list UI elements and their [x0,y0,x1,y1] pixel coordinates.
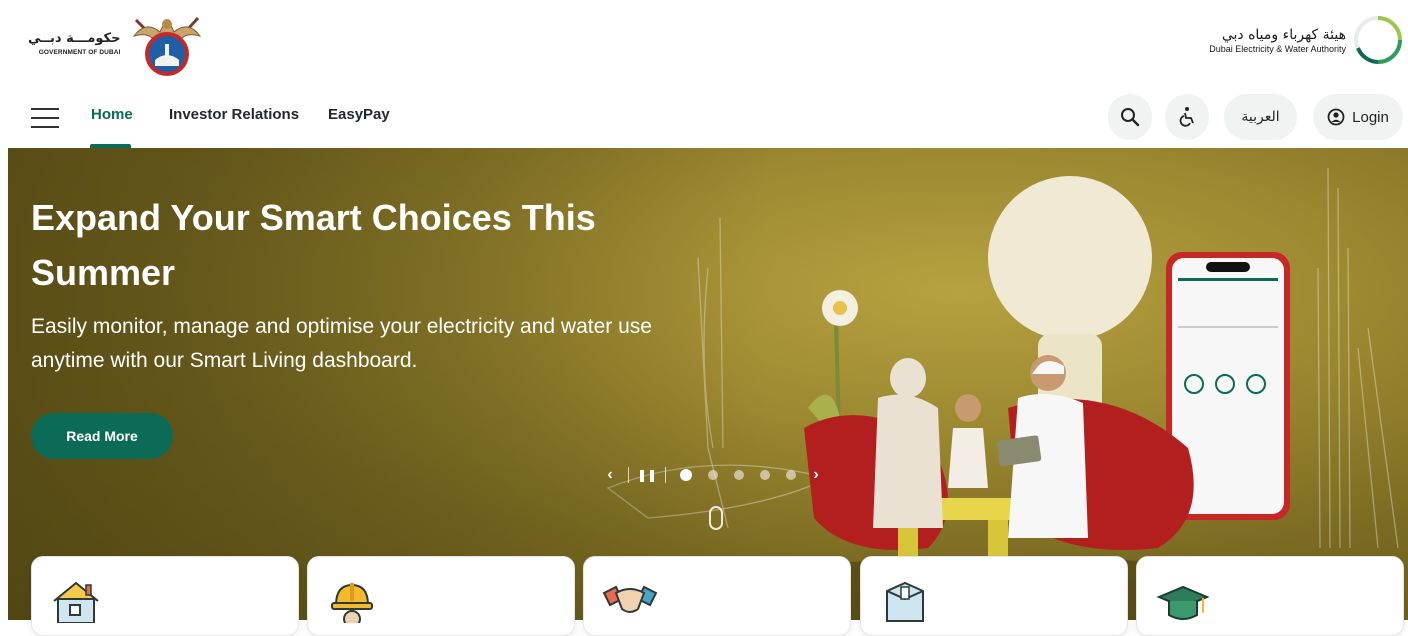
service-card-education[interactable] [1136,556,1404,636]
nav-link-easypay[interactable]: EasyPay [328,106,390,123]
next-slide-icon[interactable]: › [804,466,828,484]
hamburger-menu-icon[interactable] [31,108,59,128]
government-of-dubai-logo[interactable]: حكومـــة دبــي GOVERNMENT OF DUBAI [28,10,208,78]
service-card-package[interactable] [860,556,1128,636]
language-label: العربية [1241,109,1280,125]
service-card-house[interactable] [31,556,299,636]
read-more-button[interactable]: Read More [31,413,173,459]
slide-dot-1[interactable] [680,469,692,481]
slide-dot-3[interactable] [734,470,744,480]
service-card-worker[interactable] [307,556,575,636]
language-toggle-button[interactable]: العربية [1224,94,1297,140]
slide-dot-5[interactable] [786,470,796,480]
pause-icon[interactable]: ❚❚ [635,468,659,482]
login-button[interactable]: Login [1313,94,1403,140]
graduation-cap-icon [1156,585,1210,620]
user-circle-icon [1327,108,1345,126]
worker-helmet-icon [331,583,373,623]
service-card-handshake[interactable] [583,556,851,636]
gov-logo-arabic: حكومـــة دبــي [28,31,121,46]
slide-dot-4[interactable] [760,470,770,480]
scroll-down-indicator-icon[interactable] [709,506,723,530]
previous-slide-icon[interactable]: ‹ [598,466,622,484]
accessibility-icon [1179,107,1194,127]
nav-link-home[interactable]: Home [91,106,133,123]
hero-title: Expand Your Smart Choices This Summer [31,197,596,293]
login-label: Login [1352,108,1389,126]
dewa-ring-icon [1354,16,1402,64]
accessibility-button[interactable] [1165,94,1209,140]
dewa-logo-arabic: هيئة كهرباء ومياه دبي [1221,26,1346,43]
gov-logo-english: GOVERNMENT OF DUBAI [38,49,121,56]
search-icon [1121,108,1140,127]
falcon-emblem-icon [133,16,202,76]
dewa-logo-english: Dubai Electricity & Water Authority [1209,43,1346,54]
slider-controls: ‹ ❚❚ › [598,466,828,484]
nav-link-investor-relations[interactable]: Investor Relations [169,106,299,123]
hero-subtitle: Easily monitor, manage and optimise your… [31,315,652,372]
main-navigation: Home Investor Relations EasyPay العربية … [0,88,1408,148]
slide-dot-2[interactable] [708,470,718,480]
package-box-icon [886,581,924,622]
top-bar: حكومـــة دبــي GOVERNMENT OF DUBAI هيئة … [0,0,1408,88]
dewa-logo[interactable]: هيئة كهرباء ومياه دبي Dubai Electricity … [1209,14,1404,66]
handshake-icon [602,585,658,613]
house-icon [53,581,99,623]
search-button[interactable] [1108,94,1152,140]
hero-banner: Expand Your Smart Choices This Summer Ea… [8,148,1408,620]
